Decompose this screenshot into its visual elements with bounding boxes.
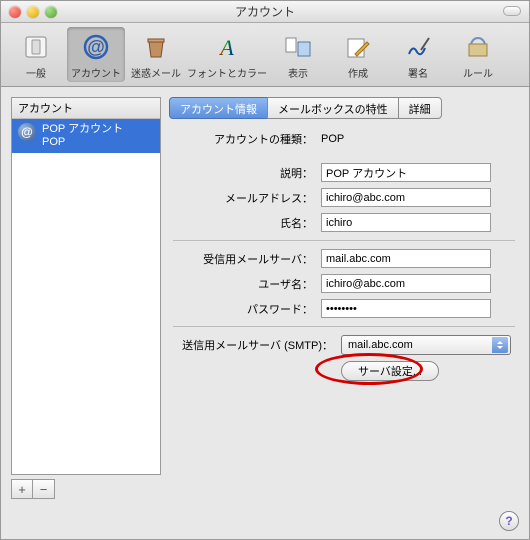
description-input[interactable] [321, 163, 491, 182]
remove-account-button[interactable]: − [33, 479, 55, 499]
titlebar: アカウント [1, 1, 529, 23]
toolbar-viewing[interactable]: 表示 [269, 27, 327, 82]
toolbar-composing[interactable]: 作成 [329, 27, 387, 82]
minimize-button[interactable] [27, 6, 39, 18]
trash-icon [140, 31, 172, 63]
preferences-window: アカウント 一般 @ アカウント 迷惑メール A フォントとカラー 表示 作成 [0, 0, 530, 540]
account-row[interactable]: @ POP アカウント POP [12, 119, 160, 153]
accounts-list-header: アカウント [12, 98, 160, 119]
toolbar-junk[interactable]: 迷惑メール [127, 27, 185, 82]
at-icon: @ [80, 31, 112, 63]
tab-mailbox-behaviors[interactable]: メールボックスの特性 [267, 97, 399, 119]
signature-icon [402, 31, 434, 63]
password-label: パスワード： [173, 301, 321, 317]
description-label: 説明： [173, 165, 321, 181]
fullname-label: 氏名： [173, 215, 321, 231]
at-icon: @ [18, 123, 36, 141]
password-input[interactable] [321, 299, 491, 318]
add-account-button[interactable]: + [11, 479, 33, 499]
compose-icon [342, 31, 374, 63]
toolbar-general[interactable]: 一般 [7, 27, 65, 82]
tab-advanced[interactable]: 詳細 [398, 97, 442, 119]
email-input[interactable] [321, 188, 491, 207]
zoom-button[interactable] [45, 6, 57, 18]
fullname-input[interactable] [321, 213, 491, 232]
switch-icon [20, 31, 52, 63]
font-icon: A [211, 31, 243, 63]
toolbar-rules[interactable]: ルール [449, 27, 507, 82]
tab-account-info[interactable]: アカウント情報 [169, 97, 268, 119]
smtp-selected-value: mail.abc.com [348, 339, 413, 351]
accounts-list: アカウント @ POP アカウント POP [11, 97, 161, 475]
username-input[interactable] [321, 274, 491, 293]
incoming-server-label: 受信用メールサーバ： [173, 251, 321, 267]
toolbar-signatures[interactable]: 署名 [389, 27, 447, 82]
preferences-toolbar: 一般 @ アカウント 迷惑メール A フォントとカラー 表示 作成 署名 ルール [1, 23, 529, 87]
server-settings-button[interactable]: サーバ設定... [341, 361, 439, 381]
tab-group: アカウント情報 メールボックスの特性 詳細 [169, 97, 519, 119]
close-button[interactable] [9, 6, 21, 18]
toolbar-fonts[interactable]: A フォントとカラー [187, 27, 267, 82]
account-type: POP [42, 136, 123, 149]
username-label: ユーザ名： [173, 276, 321, 292]
svg-text:A: A [218, 35, 234, 60]
window-title: アカウント [1, 3, 529, 20]
rules-icon [462, 31, 494, 63]
incoming-server-input[interactable] [321, 249, 491, 268]
smtp-label: 送信用メールサーバ (SMTP)： [173, 337, 341, 353]
viewing-icon [282, 31, 314, 63]
email-label: メールアドレス： [173, 190, 321, 206]
toolbar-toggle-button[interactable] [503, 6, 521, 16]
toolbar-accounts[interactable]: @ アカウント [67, 27, 125, 82]
help-button[interactable]: ? [499, 511, 519, 531]
account-type-label: アカウントの種類： [173, 131, 321, 147]
account-type-value: POP [321, 131, 515, 147]
svg-text:@: @ [87, 37, 105, 57]
smtp-select[interactable]: mail.abc.com [341, 335, 511, 355]
account-name: POP アカウント [42, 123, 123, 136]
chevron-updown-icon [492, 337, 508, 353]
